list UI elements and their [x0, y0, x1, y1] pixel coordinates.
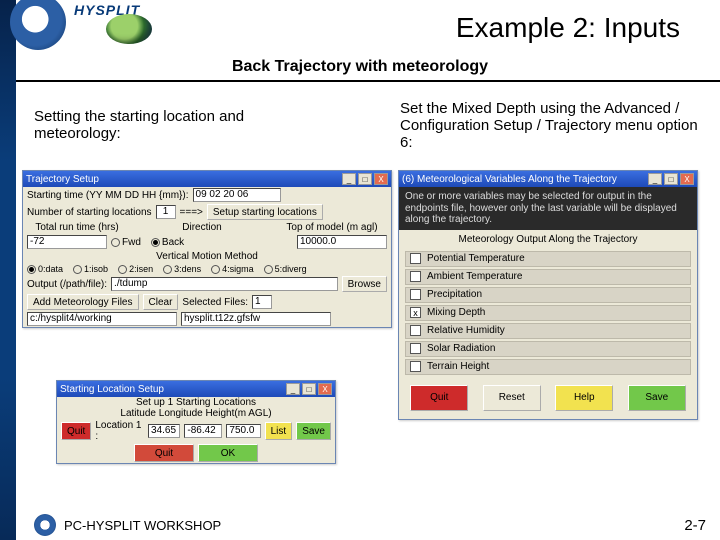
titlebar[interactable]: (6) Meteorological Variables Along the T…	[399, 171, 697, 187]
checkbox-icon[interactable]	[410, 361, 421, 372]
checkbox-icon[interactable]	[410, 307, 421, 318]
close-icon[interactable]: X	[680, 173, 694, 185]
num-loc-label: Number of starting locations	[27, 207, 152, 218]
output-label: Output (/path/file):	[27, 279, 107, 290]
top-model-input[interactable]: 10000.0	[297, 235, 387, 249]
slide-subtitle: Back Trajectory with meteorology	[0, 58, 720, 76]
globe-icon	[106, 14, 152, 44]
vmm-4-radio[interactable]: 4:sigma	[211, 264, 254, 274]
quit-button[interactable]: Quit	[410, 385, 468, 411]
quit-button[interactable]: Quit	[61, 422, 91, 440]
met-item-relative-humidity[interactable]: Relative Humidity	[405, 323, 691, 339]
loc-row-label: Location 1 :	[95, 420, 144, 442]
met-file-input[interactable]: hysplit.t12z.gfsfw	[181, 312, 331, 326]
noaa-logo-icon	[10, 0, 66, 50]
right-caption: Set the Mixed Depth using the Advanced /…	[400, 100, 700, 151]
footer: PC-HYSPLIT WORKSHOP 2-7	[0, 510, 720, 540]
vmm-label: Vertical Motion Method	[27, 251, 387, 262]
vmm-0-radio[interactable]: 0:data	[27, 264, 63, 274]
vmm-2-radio[interactable]: 2:isen	[118, 264, 153, 274]
maximize-icon[interactable]: □	[302, 383, 316, 395]
titlebar[interactable]: Trajectory Setup _ □ X	[23, 171, 391, 187]
page-number: 2-7	[684, 517, 706, 534]
runtime-label: Total run time (hrs)	[27, 222, 127, 233]
selected-files-input[interactable]: 1	[252, 295, 272, 309]
met-item-ambient-temperature[interactable]: Ambient Temperature	[405, 269, 691, 285]
checkbox-icon[interactable]	[410, 271, 421, 282]
setup-locations-button[interactable]: Setup starting locations	[207, 204, 323, 220]
save-button[interactable]: Save	[296, 422, 331, 440]
maximize-icon[interactable]: □	[664, 173, 678, 185]
met-section-label: Meteorology Output Along the Trajectory	[399, 230, 697, 249]
browse-button[interactable]: Browse	[342, 276, 387, 292]
minimize-icon[interactable]: _	[648, 173, 662, 185]
direction-fwd-radio[interactable]: Fwd	[111, 237, 141, 248]
left-caption: Setting the starting location and meteor…	[34, 108, 334, 142]
save-button[interactable]: Save	[628, 385, 686, 411]
clear-button[interactable]: Clear	[143, 294, 179, 310]
minimize-icon[interactable]: _	[286, 383, 300, 395]
num-loc-input[interactable]: 1	[156, 205, 176, 219]
maximize-icon[interactable]: □	[358, 173, 372, 185]
lon-input[interactable]: -86.42	[184, 424, 222, 438]
vmm-5-radio[interactable]: 5:diverg	[264, 264, 307, 274]
slide-title: Example 2: Inputs	[456, 12, 680, 44]
divider	[16, 80, 720, 82]
reset-button[interactable]: Reset	[483, 385, 541, 411]
add-met-files-button[interactable]: Add Meteorology Files	[27, 294, 139, 310]
output-input[interactable]: ./tdump	[111, 277, 338, 291]
vmm-1-radio[interactable]: 1:isob	[73, 264, 108, 274]
starting-location-window: Starting Location Setup _ □ X Set up 1 S…	[56, 380, 336, 464]
runtime-input[interactable]: -72	[27, 235, 107, 249]
trajectory-setup-window: Trajectory Setup _ □ X Starting time (YY…	[22, 170, 392, 328]
close-icon[interactable]: X	[318, 383, 332, 395]
checkbox-icon[interactable]	[410, 343, 421, 354]
help-button[interactable]: Help	[555, 385, 613, 411]
loc-header: Set up 1 Starting Locations	[57, 397, 335, 408]
working-dir-input[interactable]: c:/hysplit4/working	[27, 312, 177, 326]
titlebar[interactable]: Starting Location Setup _ □ X	[57, 381, 335, 397]
start-time-label: Starting time (YY MM DD HH {mm}):	[27, 190, 189, 201]
met-message: One or more variables may be selected fo…	[399, 187, 697, 230]
met-variables-window: (6) Meteorological Variables Along the T…	[398, 170, 698, 420]
direction-label: Direction	[131, 222, 273, 233]
top-model-label: Top of model (m agl)	[277, 222, 387, 233]
direction-back-radio[interactable]: Back	[151, 237, 184, 248]
height-input[interactable]: 750.0	[226, 424, 260, 438]
list-button[interactable]: List	[265, 422, 293, 440]
checkbox-icon[interactable]	[410, 289, 421, 300]
header: HYSPLIT Example 2: Inputs	[16, 0, 720, 58]
vmm-3-radio[interactable]: 3:dens	[163, 264, 201, 274]
met-item-potential-temperature[interactable]: Potential Temperature	[405, 251, 691, 267]
start-time-input[interactable]: 09 02 20 06	[193, 188, 281, 202]
window-title: Trajectory Setup	[26, 174, 340, 185]
loc-columns: Latitude Longitude Height(m AGL)	[57, 408, 335, 419]
met-item-solar-radiation[interactable]: Solar Radiation	[405, 341, 691, 357]
met-item-mixing-depth[interactable]: Mixing Depth	[405, 305, 691, 321]
checkbox-icon[interactable]	[410, 253, 421, 264]
arrow-label: ===>	[180, 207, 203, 218]
checkbox-icon[interactable]	[410, 325, 421, 336]
window-title: (6) Meteorological Variables Along the T…	[402, 174, 646, 185]
selected-files-label: Selected Files:	[182, 297, 248, 308]
footer-workshop: PC-HYSPLIT WORKSHOP	[64, 518, 221, 533]
noaa-small-icon	[34, 514, 56, 536]
met-item-precipitation[interactable]: Precipitation	[405, 287, 691, 303]
met-item-terrain-height[interactable]: Terrain Height	[405, 359, 691, 375]
close-icon[interactable]: X	[374, 173, 388, 185]
ok-button[interactable]: OK	[198, 444, 258, 462]
quit2-button[interactable]: Quit	[134, 444, 194, 462]
lat-input[interactable]: 34.65	[148, 424, 180, 438]
window-title: Starting Location Setup	[60, 384, 284, 395]
side-accent	[0, 0, 16, 540]
minimize-icon[interactable]: _	[342, 173, 356, 185]
